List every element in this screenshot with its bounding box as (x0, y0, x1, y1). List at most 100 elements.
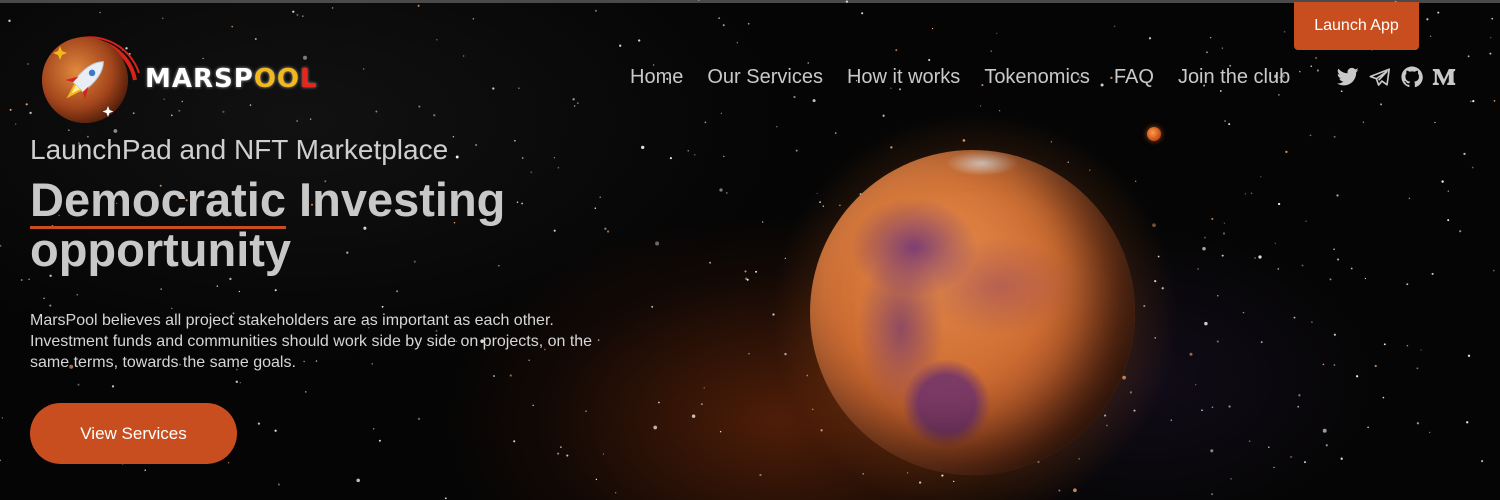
star (1277, 93, 1280, 96)
star (1428, 431, 1431, 434)
star (1355, 375, 1359, 378)
star (709, 261, 712, 264)
star (1260, 176, 1262, 178)
star (651, 305, 654, 308)
star (719, 188, 723, 192)
star (1258, 255, 1262, 259)
star (144, 469, 147, 472)
star (1277, 202, 1281, 206)
star (1285, 150, 1288, 154)
star (274, 429, 277, 432)
star (746, 278, 749, 281)
star (700, 403, 703, 406)
launch-app-button[interactable]: Launch App (1294, 2, 1419, 50)
nav-home[interactable]: Home (630, 66, 683, 89)
star (1224, 119, 1227, 123)
star (277, 483, 280, 486)
star (475, 144, 477, 146)
star (455, 155, 459, 159)
headline-highlight-word: Democratic (30, 173, 286, 229)
star (1383, 343, 1386, 346)
star (1273, 466, 1275, 469)
star (518, 87, 520, 89)
star (274, 289, 277, 292)
star (996, 32, 998, 35)
logo-wordmark[interactable]: MARSPOOL (145, 64, 318, 94)
star (1209, 36, 1212, 39)
star (113, 129, 118, 133)
star (576, 102, 579, 105)
star (834, 132, 837, 134)
nav-join-the-club[interactable]: Join the club (1178, 66, 1290, 89)
star (1340, 90, 1343, 93)
star (378, 439, 381, 442)
star (606, 230, 610, 233)
nav-faq[interactable]: FAQ (1114, 66, 1154, 89)
star (493, 375, 495, 377)
star (28, 278, 30, 281)
mars-planet-image (810, 150, 1135, 475)
star (736, 42, 738, 44)
star (1206, 51, 1208, 54)
star (1362, 121, 1365, 123)
star (1211, 406, 1214, 409)
star (599, 196, 601, 198)
star (171, 114, 173, 117)
star (1197, 268, 1199, 270)
star (604, 227, 607, 230)
rocket-planet-logo-icon[interactable] (40, 18, 140, 128)
star (861, 12, 864, 15)
star (1481, 460, 1484, 463)
star (1204, 321, 1208, 326)
star (0, 459, 1, 462)
star (723, 155, 725, 158)
star (1216, 340, 1219, 343)
star (744, 270, 747, 273)
star (15, 123, 17, 125)
star (747, 22, 750, 25)
star (1305, 220, 1307, 222)
nav-how-it-works[interactable]: How it works (847, 66, 960, 89)
star (1250, 192, 1253, 195)
star (1467, 55, 1470, 58)
star (26, 63, 29, 65)
github-icon[interactable] (1400, 65, 1424, 89)
star (68, 129, 70, 132)
star (452, 135, 455, 138)
star (1333, 333, 1336, 336)
star (1316, 69, 1320, 72)
star (1210, 449, 1214, 453)
star (1472, 99, 1475, 103)
logo-text-o2: O (276, 64, 301, 94)
star (619, 44, 622, 47)
nav-our-services[interactable]: Our Services (707, 66, 823, 89)
star (292, 10, 295, 13)
star (254, 38, 257, 40)
star (257, 422, 261, 425)
star (1322, 363, 1325, 366)
star (795, 149, 798, 152)
star (492, 87, 495, 90)
star (509, 374, 512, 377)
star (362, 68, 365, 70)
star (381, 305, 384, 308)
star (1406, 344, 1409, 347)
medium-icon[interactable] (1432, 65, 1456, 89)
star (1219, 90, 1222, 92)
star (472, 17, 475, 20)
star (433, 114, 436, 117)
view-services-button[interactable]: View Services (30, 403, 237, 464)
telegram-icon[interactable] (1368, 65, 1392, 89)
star (720, 112, 723, 115)
star (585, 410, 587, 413)
twitter-icon[interactable] (1336, 65, 1360, 89)
star (356, 478, 360, 483)
star (9, 108, 12, 111)
star (1293, 316, 1296, 319)
star (0, 244, 2, 247)
nav-tokenomics[interactable]: Tokenomics (984, 66, 1090, 89)
logo-text-mars: MARS (145, 64, 234, 94)
star (463, 55, 465, 57)
hero-section: Launch App MARSPOOL Home Our Services Ho… (0, 0, 1500, 500)
star (1374, 364, 1377, 368)
